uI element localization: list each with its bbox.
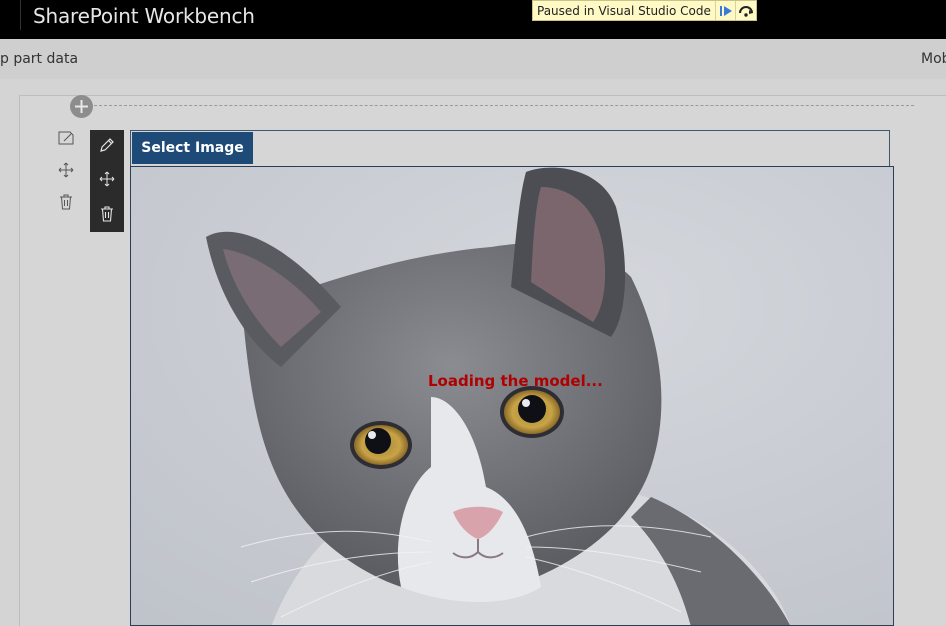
- cat-image: [130, 166, 894, 626]
- edit-section-icon[interactable]: [56, 128, 76, 148]
- move-webpart-icon[interactable]: [97, 169, 117, 189]
- webpart-toolbar: [90, 130, 124, 232]
- select-image-button[interactable]: Select Image: [132, 132, 253, 164]
- suite-bar: SharePoint Workbench: [0, 0, 946, 39]
- suite-divider: [20, 0, 21, 30]
- add-section-icon[interactable]: [70, 95, 93, 118]
- command-bar: p part data Mob: [0, 39, 946, 79]
- command-web-part-data[interactable]: p part data: [0, 51, 78, 67]
- command-mobile-preview[interactable]: Mob: [921, 51, 946, 67]
- step-over-icon[interactable]: [735, 1, 756, 20]
- app-title: SharePoint Workbench: [33, 4, 255, 28]
- paused-text: Paused in Visual Studio Code: [537, 3, 711, 18]
- debugger-paused-banner: Paused in Visual Studio Code: [532, 0, 757, 21]
- delete-section-icon[interactable]: [56, 192, 76, 212]
- model-loading-status: Loading the model...: [428, 372, 603, 390]
- resume-icon[interactable]: [714, 1, 736, 20]
- move-section-icon[interactable]: [56, 160, 76, 180]
- edit-webpart-icon[interactable]: [97, 135, 117, 155]
- delete-webpart-icon[interactable]: [97, 204, 117, 224]
- section-divider-line: [94, 105, 914, 106]
